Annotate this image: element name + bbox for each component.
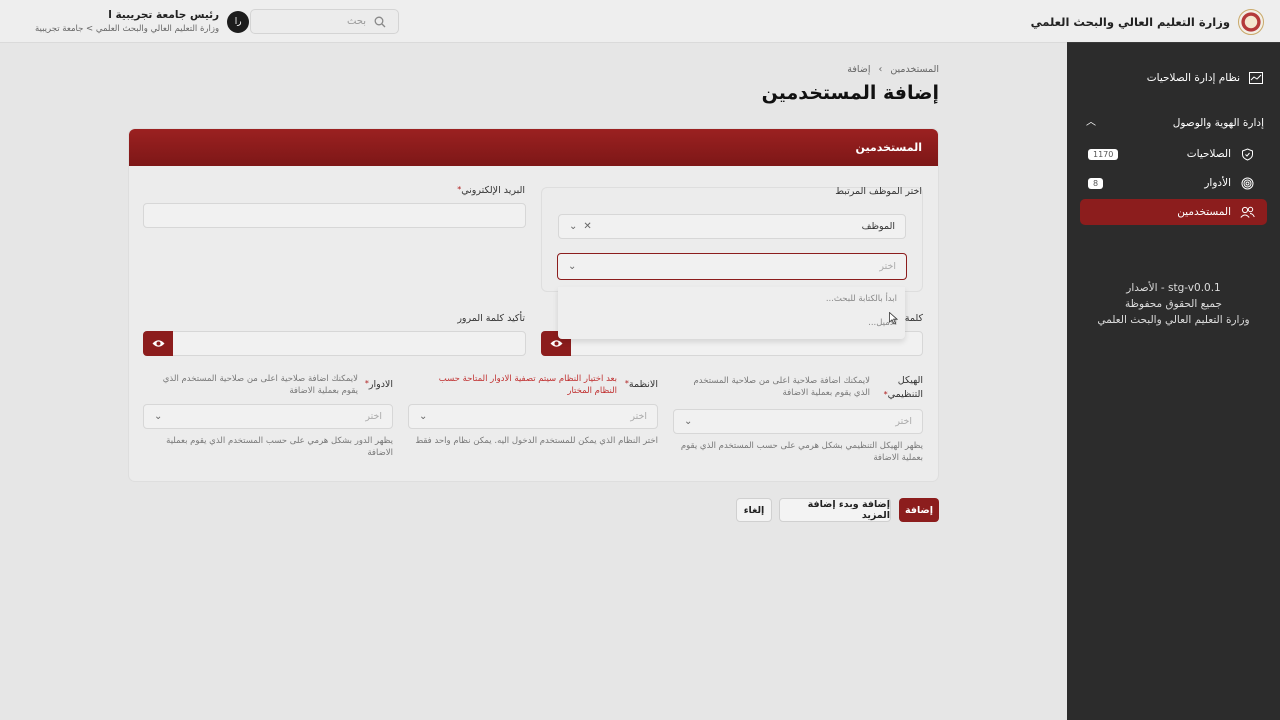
add-and-continue-button[interactable]: إضافة وبدء إضافة المزيد (779, 498, 891, 522)
add-button[interactable]: إضافة (899, 498, 939, 522)
shield-icon (1239, 146, 1255, 162)
employee-select-placeholder: اختر (879, 261, 896, 272)
sidebar: نظام إدارة الصلاحيات إدارة الهوية والوصو… (1067, 0, 1280, 720)
roles-hint: يظهر الدور بشكل هرمي على حسب المستخدم ال… (166, 436, 393, 458)
rights-text: جميع الحقوق محفوظة (1125, 298, 1222, 310)
ministry-name: وزارة التعليم العالي والبحث العلمي (1030, 14, 1230, 29)
top-bar: را رئيس جامعة تجريبية ا وزارة التعليم ال… (0, 0, 1067, 43)
org-structure-hint: يظهر الهيكل التنظيمي بشكل هرمي على حسب ا… (680, 441, 923, 463)
sidebar-system-link[interactable]: نظام إدارة الصلاحيات (1083, 68, 1264, 88)
count-badge: 1170 (1088, 148, 1119, 160)
email-label: البريد الإلكتروني (457, 185, 525, 196)
confirm-password-field[interactable] (143, 331, 526, 356)
mouse-cursor-icon (889, 311, 899, 328)
breadcrumb-parent[interactable]: المستخدمين (890, 64, 939, 75)
roles-note: لايمكنك اضافة صلاحية اعلى من صلاحية المس… (162, 374, 358, 396)
search-input[interactable]: بحث (347, 16, 366, 27)
employee-label: اختر الموظف المرتبط (835, 186, 922, 197)
systems-note: بعد اختيار النظام سيتم تصفية الادوار الم… (438, 374, 617, 396)
systems-hint: اختر النظام الذي يمكن للمستخدم الدخول ال… (415, 436, 658, 446)
employee-dropdown-menu: ابدأ بالكتابة للبحث... الاميل... (558, 287, 905, 339)
chevron-down-icon[interactable]: ⌄ (684, 416, 692, 427)
sidebar-section-identity[interactable]: إدارة الهوية والوصول ︿ (1083, 114, 1264, 132)
sidebar-item-label: المستخدمين (1177, 206, 1231, 218)
password-label: كلمة (904, 313, 923, 324)
sidebar-footer: stg-v0.0.1 - الأصدار جميع الحقوق محفوظة … (1067, 280, 1280, 328)
eye-icon (150, 336, 166, 352)
chevron-down-icon[interactable]: ⌄ (154, 411, 162, 422)
sidebar-item-roles[interactable]: الأدوار 8 (1080, 170, 1267, 196)
employee-select[interactable]: اختر ⌄ (557, 253, 907, 280)
card-title: المستخدمين (129, 129, 938, 166)
ministry-brand[interactable]: وزارة التعليم العالي والبحث العلمي (1031, 0, 1264, 43)
org-text: وزارة التعليم العالي والبحث العلمي (1097, 314, 1250, 326)
chevron-down-icon[interactable]: ⌄ (568, 261, 576, 272)
sidebar-section-label: إدارة الهوية والوصول (1172, 117, 1264, 129)
user-org: وزارة التعليم العالي والبحث العلمي > جام… (35, 24, 220, 34)
sidebar-item-label: الأدوار (1204, 177, 1231, 189)
dropdown-search-hint: ابدأ بالكتابة للبحث... (825, 294, 897, 304)
systems-placeholder: اختر (630, 411, 647, 422)
org-structure-note: لايمكنك اضافة صلاحية اعلى من صلاحية المس… (693, 376, 870, 398)
clear-icon[interactable]: ✕ (583, 221, 591, 232)
breadcrumb: المستخدمين › إضافة (847, 64, 939, 75)
sidebar-system-label: نظام إدارة الصلاحيات (1146, 72, 1240, 84)
user-name: رئيس جامعة تجريبية ا (108, 9, 220, 21)
chart-icon (1248, 70, 1264, 86)
org-structure-label: الهيكل التنظيمي (865, 374, 923, 402)
org-structure-placeholder: اختر (895, 416, 912, 427)
chevron-up-icon[interactable]: ︿ (1083, 115, 1099, 131)
roles-label: الادوار (365, 379, 393, 390)
email-field[interactable] (143, 203, 526, 228)
search-icon (372, 14, 388, 30)
fingerprint-icon (1239, 175, 1255, 191)
systems-select[interactable]: اختر ⌄ (408, 404, 658, 429)
version-text: stg-v0.0.1 - الأصدار (1126, 282, 1221, 294)
page-title: إضافة المستخدمين (761, 82, 939, 104)
count-badge: 8 (1088, 177, 1104, 189)
confirm-password-visibility-toggle[interactable] (143, 331, 173, 356)
sidebar-item-label: الصلاحيات (1186, 148, 1231, 160)
roles-select[interactable]: اختر ⌄ (143, 404, 393, 429)
sidebar-item-permissions[interactable]: الصلاحيات 1170 (1080, 141, 1267, 167)
chevron-down-icon[interactable]: ⌄ (569, 221, 577, 232)
breadcrumb-separator: › (878, 64, 883, 75)
org-structure-select[interactable]: اختر ⌄ (673, 409, 923, 434)
cancel-button[interactable]: إلغاء (736, 498, 772, 522)
users-icon (1239, 204, 1255, 220)
employee-type-value: الموظف (861, 221, 895, 232)
employee-type-select[interactable]: الموظف ✕ ⌄ (558, 214, 906, 239)
sidebar-item-users[interactable]: المستخدمين (1080, 199, 1267, 225)
systems-label: الانظمة (625, 379, 658, 390)
confirm-password-label: تأكيد كلمة المرور (457, 313, 525, 324)
search-box[interactable]: بحث (250, 9, 399, 34)
chevron-down-icon[interactable]: ⌄ (419, 411, 427, 422)
user-profile[interactable]: را رئيس جامعة تجريبية ا وزارة التعليم ال… (35, 9, 250, 34)
avatar[interactable]: را (227, 10, 250, 33)
breadcrumb-current: إضافة (847, 64, 871, 75)
roles-placeholder: اختر (365, 411, 382, 422)
ministry-logo (1238, 8, 1264, 35)
